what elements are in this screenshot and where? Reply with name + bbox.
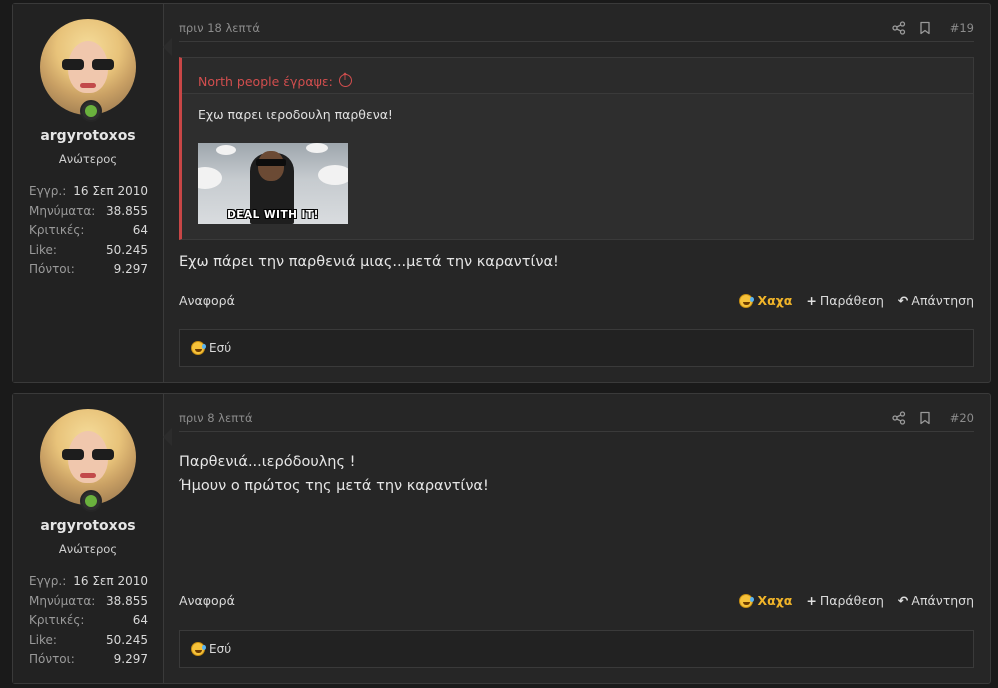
laughing-emoji-icon (191, 341, 206, 355)
reactions-text[interactable]: Εσύ (209, 642, 231, 656)
quote-button[interactable]: + Παράθεση (806, 293, 884, 308)
laughing-emoji-icon (191, 642, 206, 656)
image-caption: DEAL WITH IT! (227, 209, 319, 221)
stat-row: Μηνύματα: 38.855 (29, 203, 148, 218)
post-meta: πριν 8 λεπτά #20 (179, 404, 974, 432)
reply-button[interactable]: ↶ Απάντηση (898, 593, 974, 608)
report-link[interactable]: Αναφορά (179, 593, 235, 608)
haha-button[interactable]: Χαχα (739, 593, 792, 608)
bookmark-icon[interactable] (918, 411, 932, 425)
quote-text: Εχω παρει ιεροδουλη παρθενα! (198, 107, 393, 122)
quote-label: Παράθεση (819, 593, 884, 608)
user-stats: Εγγρ.: 16 Σεπ 2010 Μηνύματα: 38.855 Κριτικ… (29, 184, 148, 282)
post-main: πριν 8 λεπτά #20 Παρθενιά...ιερόδουλης !… (179, 394, 974, 683)
username[interactable]: argyrotoxos (13, 128, 163, 144)
quote-image[interactable]: DEAL WITH IT! (198, 143, 348, 224)
laughing-emoji-icon (739, 293, 755, 308)
post-body: Εχω πάρει την παρθενιά μιας...μετά την κ… (179, 254, 559, 270)
user-title: Ανώτερος (58, 152, 118, 166)
post-actions: Αναφορά Χαχα + Παράθεση ↶ Απάντηση (179, 293, 974, 313)
stat-row: Πόντοι: 9.297 (29, 262, 148, 276)
post-number[interactable]: #20 (950, 411, 974, 425)
action-buttons: Χαχα + Παράθεση ↶ Απάντηση (739, 593, 974, 608)
quote-button[interactable]: + Παράθεση (806, 593, 884, 608)
online-status-icon (80, 490, 102, 512)
reply-label: Απάντηση (911, 293, 974, 308)
post-time[interactable]: πριν 18 λεπτά (179, 21, 260, 35)
online-status-icon (80, 100, 102, 122)
post-body-line: Ήμουν ο πρώτος της μετά την καραντίνα! (179, 478, 489, 494)
stat-row: Εγγρ.: 16 Σεπ 2010 (29, 184, 148, 198)
reply-arrow-icon: ↶ (897, 293, 909, 308)
haha-button[interactable]: Χαχα (739, 293, 792, 308)
action-buttons: Χαχα + Παράθεση ↶ Απάντηση (739, 293, 974, 308)
post-number[interactable]: #19 (950, 21, 974, 35)
quote-label: Παράθεση (819, 293, 884, 308)
stat-row: Μηνύματα: 38.855 (29, 593, 148, 608)
arrow-up-circle-icon[interactable] (338, 72, 352, 87)
post-body: Παρθενιά...ιερόδουλης ! Ήμουν ο πρώτος τ… (179, 450, 489, 498)
reply-label: Απάντηση (911, 593, 974, 608)
quote-header[interactable]: North people έγραψε: (182, 58, 973, 94)
username[interactable]: argyrotoxos (13, 518, 163, 534)
post-main: πριν 18 λεπτά #19 North people έγραψε: Ε… (179, 4, 974, 382)
plus-icon: + (806, 293, 817, 308)
user-sidebar: argyrotoxos Ανώτερος Εγγρ.: 16 Σεπ 2010 Μ… (13, 4, 172, 382)
user-sidebar: argyrotoxos Ανώτερος Εγγρ.: 16 Σεπ 2010 Μ… (13, 394, 172, 683)
quote-author[interactable]: North people έγραψε: (198, 74, 333, 89)
reply-arrow-icon: ↶ (897, 593, 909, 608)
post-20: argyrotoxos Ανώτερος Εγγρ.: 16 Σεπ 2010 Μ… (12, 393, 991, 684)
plus-icon: + (806, 593, 817, 608)
reactions-text[interactable]: Εσύ (209, 341, 231, 355)
share-icon[interactable] (892, 411, 906, 425)
bookmark-icon[interactable] (918, 21, 932, 35)
post-actions: Αναφορά Χαχα + Παράθεση ↶ Απάντηση (179, 593, 974, 613)
haha-label: Χαχα (757, 293, 793, 308)
reactions-bar[interactable]: Εσύ (179, 329, 974, 367)
stat-row: Εγγρ.: 16 Σεπ 2010 (29, 574, 148, 588)
stat-row: Like: 50.245 (29, 632, 148, 647)
stat-row: Κριτικές: 64 (29, 613, 148, 627)
quote-block: North people έγραψε: Εχω παρει ιεροδουλη… (179, 57, 974, 240)
stat-row: Like: 50.245 (29, 242, 148, 257)
reply-button[interactable]: ↶ Απάντηση (898, 293, 974, 308)
share-icon[interactable] (892, 21, 906, 35)
haha-label: Χαχα (757, 593, 793, 608)
stat-row: Κριτικές: 64 (29, 223, 148, 237)
post-body-line: Παρθενιά...ιερόδουλης ! (179, 454, 356, 470)
reactions-bar[interactable]: Εσύ (179, 630, 974, 668)
stat-row: Πόντοι: 9.297 (29, 652, 148, 666)
post-19: argyrotoxos Ανώτερος Εγγρ.: 16 Σεπ 2010 Μ… (12, 3, 991, 383)
report-link[interactable]: Αναφορά (179, 293, 235, 308)
post-time[interactable]: πριν 8 λεπτά (179, 411, 253, 425)
user-stats: Εγγρ.: 16 Σεπ 2010 Μηνύματα: 38.855 Κριτικ… (29, 574, 148, 672)
user-title: Ανώτερος (58, 542, 118, 556)
laughing-emoji-icon (739, 593, 755, 608)
post-meta: πριν 18 λεπτά #19 (179, 14, 974, 42)
